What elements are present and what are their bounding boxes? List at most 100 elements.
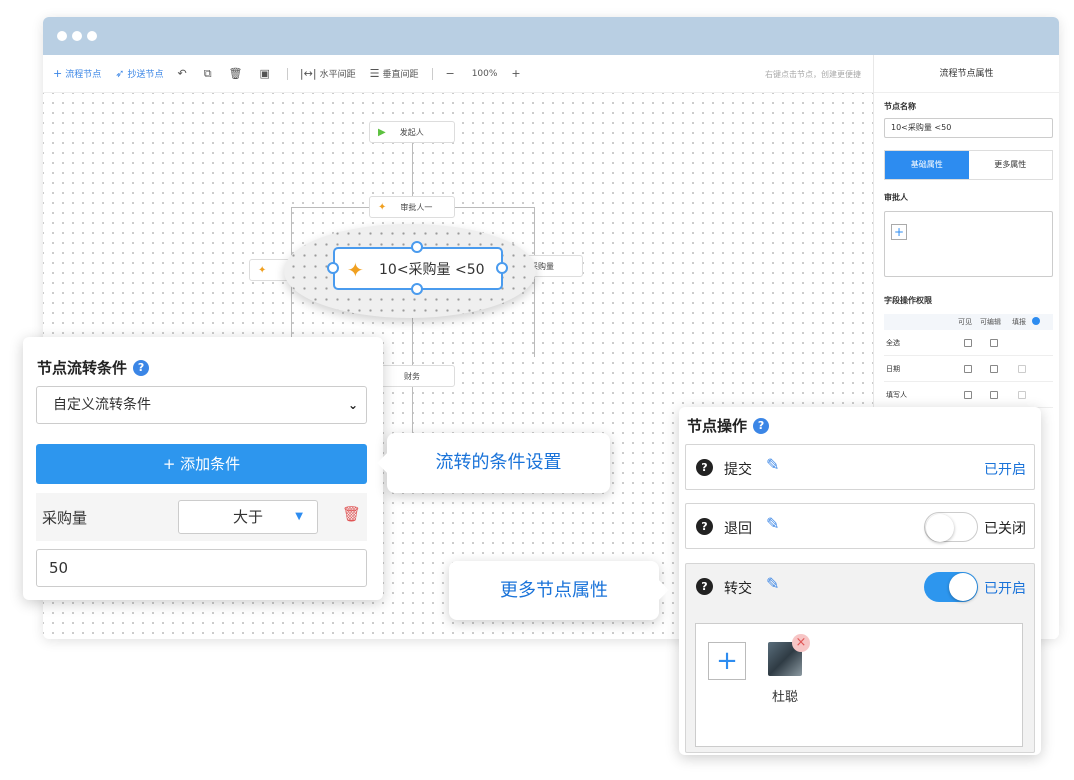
- perm-header-fill: 填报: [1012, 318, 1026, 326]
- operator-select[interactable]: 大于 ▼: [178, 500, 318, 534]
- delete-condition-icon[interactable]: 🗑: [342, 505, 361, 523]
- visible-checkbox[interactable]: [964, 339, 972, 347]
- condition-row: 采购量 大于 ▼ 🗑: [36, 493, 367, 541]
- bubble-text: 更多节点属性: [500, 580, 608, 601]
- editable-checkbox[interactable]: [990, 391, 998, 399]
- image-button[interactable]: ▣: [260, 67, 273, 80]
- condition-setting-bubble: 流转的条件设置: [377, 433, 610, 493]
- approver-node-label: 审批人一: [400, 202, 433, 212]
- approver-node[interactable]: ✦ 审批人一: [369, 196, 455, 218]
- copy-button[interactable]: ⧉: [204, 67, 215, 81]
- start-node[interactable]: ▶ 发起人: [369, 121, 455, 143]
- editable-checkbox[interactable]: [990, 339, 998, 347]
- toolbar: + 流程节点 ➶ 抄送节点 ↶ ⧉ 🗑 ▣ |↔| 水平间距 ☰ 垂直间距 − …: [43, 55, 873, 93]
- editable-checkbox[interactable]: [990, 365, 998, 373]
- edit-icon[interactable]: ✎: [766, 574, 779, 593]
- condition-title-text: 节点流转条件: [37, 359, 128, 377]
- fill-checkbox[interactable]: [1018, 391, 1026, 399]
- connector-line: [534, 207, 535, 357]
- perm-row: 填写人: [884, 382, 1053, 408]
- tab-more[interactable]: 更多属性: [969, 151, 1053, 179]
- perm-row-label: 填写人: [886, 391, 907, 399]
- zoom-out-button[interactable]: −: [445, 67, 457, 80]
- help-icon[interactable]: [1032, 317, 1040, 325]
- op-row-return: ? 退回 ✎ 已关闭: [685, 503, 1035, 549]
- window-dot-icon[interactable]: [87, 31, 97, 41]
- start-node-label: 发起人: [399, 127, 424, 137]
- condition-value-input[interactable]: 50: [36, 549, 367, 587]
- send-icon: ➶: [115, 67, 125, 80]
- top-handle[interactable]: [411, 241, 423, 253]
- undo-button[interactable]: ↶: [177, 67, 189, 80]
- tab-basic[interactable]: 基础属性: [885, 151, 969, 179]
- v-spacing-icon: ☰: [369, 67, 380, 80]
- toolbar-divider: [286, 67, 288, 80]
- perm-row-label: 日期: [886, 365, 900, 373]
- edit-icon[interactable]: ✎: [766, 514, 779, 533]
- add-user-button[interactable]: +: [708, 642, 746, 680]
- return-toggle[interactable]: [924, 512, 978, 542]
- visible-checkbox[interactable]: [964, 365, 972, 373]
- selected-node-label: 10<采购量 <50: [379, 261, 485, 278]
- finance-node-label: 财务: [404, 371, 420, 381]
- add-condition-button[interactable]: + 添加条件: [36, 444, 367, 484]
- help-icon[interactable]: ?: [753, 417, 770, 434]
- fill-checkbox[interactable]: [1018, 365, 1026, 373]
- op-row-submit: ? 提交 ✎ 已开启: [685, 444, 1035, 490]
- window-dot-icon[interactable]: [57, 31, 67, 41]
- window-dot-icon[interactable]: [72, 31, 82, 41]
- toolbar-divider: [432, 67, 434, 80]
- condition-type-value: 自定义流转条件: [53, 397, 151, 413]
- cc-node-label: 抄送节点: [127, 70, 164, 80]
- node-name-label: 节点名称: [884, 102, 916, 111]
- window-titlebar: [43, 17, 1059, 55]
- sparkle-icon: ✦: [258, 264, 267, 276]
- chevron-down-icon: ⌄: [347, 398, 358, 412]
- add-flow-node-button[interactable]: + 流程节点: [53, 67, 101, 80]
- sparkle-icon: ✦: [347, 258, 364, 282]
- add-approver-button[interactable]: +: [891, 224, 907, 240]
- bubble-text: 流转的条件设置: [435, 452, 562, 473]
- node-name-input[interactable]: 10<采购量 <50: [884, 118, 1053, 138]
- perm-row-label: 全选: [886, 339, 900, 347]
- edit-icon[interactable]: ✎: [766, 455, 779, 474]
- delete-button[interactable]: 🗑: [229, 67, 246, 80]
- h-spacing-button[interactable]: |↔| 水平间距: [300, 67, 356, 80]
- perm-row: 全选: [884, 330, 1053, 356]
- ops-card-title: 节点操作 ?: [687, 415, 770, 436]
- operator-value: 大于: [232, 508, 263, 526]
- ops-title-text: 节点操作: [687, 417, 748, 435]
- question-icon[interactable]: ?: [696, 518, 713, 535]
- zoom-in-button[interactable]: +: [511, 67, 523, 80]
- approver-box: +: [884, 211, 1053, 277]
- perm-header-visible: 可见: [958, 318, 972, 326]
- h-spacing-label: 水平间距: [319, 70, 356, 80]
- v-spacing-button[interactable]: ☰ 垂直间距: [370, 67, 419, 80]
- add-cc-node-button[interactable]: ➶ 抄送节点: [115, 67, 163, 80]
- op-state: 已开启: [984, 581, 1026, 597]
- transfer-toggle[interactable]: [924, 572, 978, 602]
- visible-checkbox[interactable]: [964, 391, 972, 399]
- condition-field-label: 采购量: [42, 509, 88, 527]
- remove-user-icon[interactable]: ×: [792, 634, 810, 652]
- perm-header: 可见 可编辑 填报: [884, 314, 1053, 330]
- bottom-handle[interactable]: [411, 283, 423, 295]
- left-handle[interactable]: [327, 262, 339, 274]
- right-handle[interactable]: [496, 262, 508, 274]
- perm-row: 日期: [884, 356, 1053, 382]
- question-icon[interactable]: ?: [696, 578, 713, 595]
- node-ops-card: 节点操作 ? ? 提交 ✎ 已开启 ? 退回 ✎ 已关闭 ? 转交 ✎ 已开启 …: [679, 407, 1041, 755]
- help-icon[interactable]: ?: [133, 359, 150, 376]
- copy-icon: ⧉: [203, 66, 212, 80]
- condition-card: 节点流转条件 ? 自定义流转条件 ⌄ + 添加条件 采购量 大于 ▼ 🗑 50: [23, 337, 383, 600]
- more-props-bubble: 更多节点属性: [449, 561, 669, 620]
- op-state: 已关闭: [984, 521, 1026, 537]
- play-icon: ▶: [378, 126, 386, 138]
- toggle-knob: [949, 573, 977, 601]
- perm-header-editable: 可编辑: [980, 318, 1001, 326]
- connector-line: [412, 141, 413, 201]
- panel-title: 流程节点属性: [874, 55, 1059, 93]
- condition-type-select[interactable]: 自定义流转条件 ⌄: [36, 386, 367, 424]
- question-icon[interactable]: ?: [696, 459, 713, 476]
- undo-icon: ↶: [177, 67, 187, 80]
